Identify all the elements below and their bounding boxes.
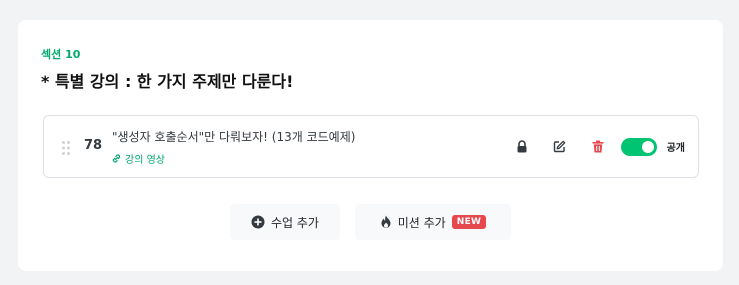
section-title: * 특별 강의 : 한 가지 주제만 다룬다! [41,72,294,91]
public-toggle[interactable] [620,137,657,156]
lesson-number: 78 [84,138,103,153]
lesson-actions: 공개 [503,116,698,177]
edit-icon [553,140,566,153]
add-lesson-button[interactable]: 수업 추가 [230,204,340,240]
lesson-type: 강의 영상 [111,151,165,166]
fire-icon [381,215,391,228]
lesson-title[interactable]: "생성자 호출순서"만 다뤄보자! (13개 코드예제) [112,128,355,145]
lock-icon [517,140,527,153]
lock-button[interactable] [503,132,541,162]
visibility-label: 공개 [666,143,685,154]
new-badge: NEW [451,215,487,229]
plus-circle-icon [251,215,265,229]
section-label: 섹션 10 [41,48,81,61]
trash-icon [592,140,604,153]
section-card: 섹션 10 * 특별 강의 : 한 가지 주제만 다룬다! 78 "생성자 호출… [18,20,723,271]
edit-button[interactable] [541,132,579,162]
add-mission-button[interactable]: 미션 추가 NEW [355,204,511,240]
lesson-row: 78 "생성자 호출순서"만 다뤄보자! (13개 코드예제) 강의 영상 공개 [43,115,699,178]
drag-handle-icon[interactable] [61,140,71,156]
add-lesson-label: 수업 추가 [271,215,319,230]
link-icon [112,154,121,163]
toggle-knob [641,140,654,153]
add-mission-label: 미션 추가 [397,215,446,230]
delete-button[interactable] [579,132,617,162]
lesson-type-label: 강의 영상 [125,155,165,166]
